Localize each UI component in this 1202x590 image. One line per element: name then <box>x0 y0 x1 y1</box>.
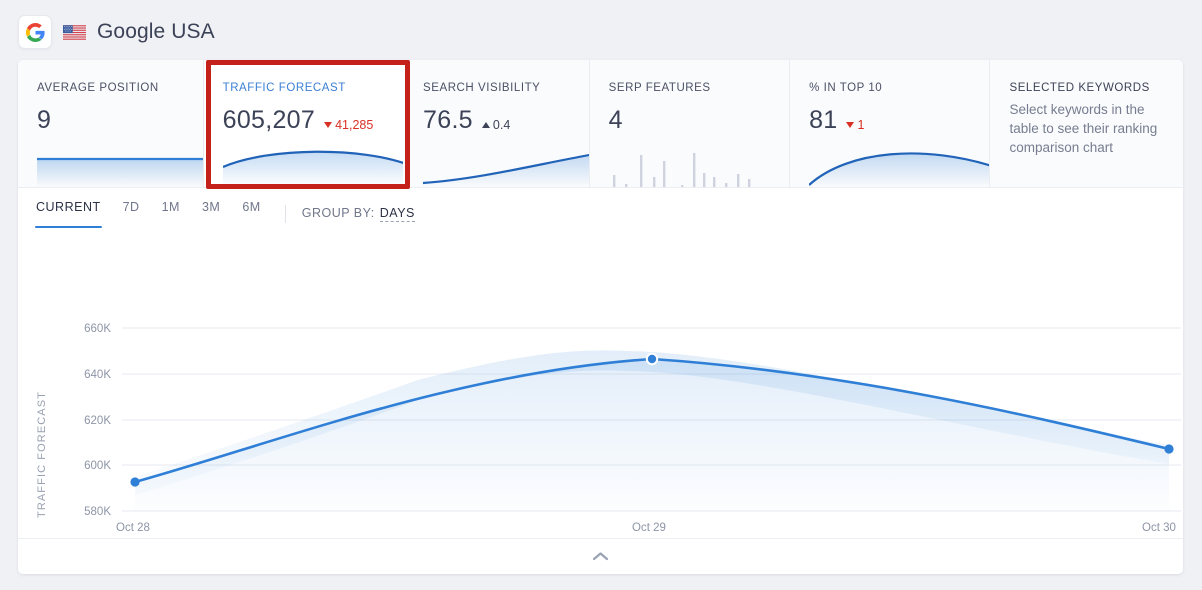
sparkline-traffic-forecast <box>222 150 404 187</box>
kpi-delta: 41,285 <box>324 118 373 132</box>
x-tick-label: Oct 28 <box>116 522 150 534</box>
kpi-delta: 0.4 <box>481 118 511 132</box>
sparkline-percent-in-top-10 <box>809 152 990 187</box>
chart-x-ticks: Oct 28 Oct 29 Oct 30 <box>116 522 1176 534</box>
kpi-label: SERP FEATURES <box>608 82 711 94</box>
kpi-label: SEARCH VISIBILITY <box>423 82 541 94</box>
chart-canvas: 660K 640K 620K 600K 580K Oct 28 Oct 29 O… <box>84 323 1181 534</box>
traffic-forecast-chart: TRAFFIC FORECAST 660K 640K 620K 600K 580… <box>18 240 1183 540</box>
tab-1m[interactable]: 1M <box>162 197 180 231</box>
x-tick-label: Oct 30 <box>1142 522 1176 534</box>
tab-current[interactable]: CURRENT <box>35 197 102 231</box>
kpi-card-traffic-forecast[interactable]: TRAFFIC FORECAST 605,207 41,285 <box>203 60 405 187</box>
selected-keywords-label: SELECTED KEYWORDS <box>1009 82 1150 94</box>
kpi-card-average-position[interactable]: AVERAGE POSITION 9 <box>18 60 204 187</box>
toolbar-divider <box>284 205 286 223</box>
collapse-panel-bar[interactable] <box>18 538 1183 574</box>
kpi-label: % IN TOP 10 <box>809 82 883 94</box>
triangle-down-icon <box>846 122 855 128</box>
chart-y-ticks: 660K 640K 620K 600K 580K <box>84 323 111 518</box>
google-g-icon <box>18 15 52 49</box>
triangle-up-icon <box>481 122 490 128</box>
kpi-card-selected-keywords: SELECTED KEYWORDS Select keywords in the… <box>990 60 1183 187</box>
kpi-card-serp-features[interactable]: SERP FEATURES 4 <box>589 60 791 187</box>
group-by-value[interactable]: DAYS <box>379 206 415 222</box>
y-tick-label: 580K <box>84 506 111 518</box>
kpi-value: 605,207 <box>222 106 316 134</box>
kpi-label: TRAFFIC FORECAST <box>222 82 346 94</box>
sparkline-search-visibility <box>423 154 589 187</box>
group-by-label: GROUP BY: <box>301 206 375 220</box>
y-tick-label: 620K <box>84 415 111 427</box>
group-by-control[interactable]: GROUP BY: DAYS <box>302 206 415 222</box>
y-tick-label: 640K <box>84 369 111 381</box>
chart-toolbar: CURRENT 7D 1M 3M 6M GROUP BY: DAYS <box>18 188 1183 240</box>
tab-7d[interactable]: 7D <box>123 197 140 231</box>
page-title: Google USA <box>97 20 215 43</box>
y-tick-label: 600K <box>84 460 111 472</box>
us-flag-icon <box>63 24 86 40</box>
data-point-hovered[interactable] <box>645 352 659 366</box>
sparkline-average-position <box>37 157 203 187</box>
kpi-value: 9 <box>37 106 52 134</box>
selected-keywords-description: Select keywords in the table to see thei… <box>1009 102 1158 155</box>
overview-panel: AVERAGE POSITION 9 TRAFFIC FORECAST 605,… <box>18 60 1183 574</box>
kpi-card-percent-in-top-10[interactable]: % IN TOP 10 81 1 <box>790 60 991 187</box>
kpi-delta: 1 <box>846 118 864 132</box>
page-header: Google USA <box>18 12 215 52</box>
data-point[interactable] <box>1164 444 1174 454</box>
kpi-value: 76.5 <box>423 106 473 134</box>
kpi-label: AVERAGE POSITION <box>37 82 159 94</box>
kpi-value: 81 <box>809 106 838 134</box>
data-point[interactable] <box>130 477 140 487</box>
kpi-delta-value: 41,285 <box>335 118 374 132</box>
x-tick-label: Oct 29 <box>632 522 666 534</box>
dashboard-root: Google USA AVERAGE POSITION 9 TRAFFIC FO… <box>0 0 1202 590</box>
chevron-up-icon[interactable] <box>592 551 609 562</box>
kpi-value: 4 <box>608 106 623 134</box>
kpi-card-search-visibility[interactable]: SEARCH VISIBILITY 76.5 0.4 <box>404 60 590 187</box>
y-tick-label: 660K <box>84 323 111 335</box>
tab-3m[interactable]: 3M <box>202 197 220 231</box>
kpi-delta-value: 1 <box>857 118 865 132</box>
tab-6m[interactable]: 6M <box>242 197 260 231</box>
kpi-delta-value: 0.4 <box>492 118 511 132</box>
sparkline-serp-features <box>612 153 751 187</box>
kpi-card-strip: AVERAGE POSITION 9 TRAFFIC FORECAST 605,… <box>18 60 1183 188</box>
triangle-down-icon <box>324 122 333 128</box>
